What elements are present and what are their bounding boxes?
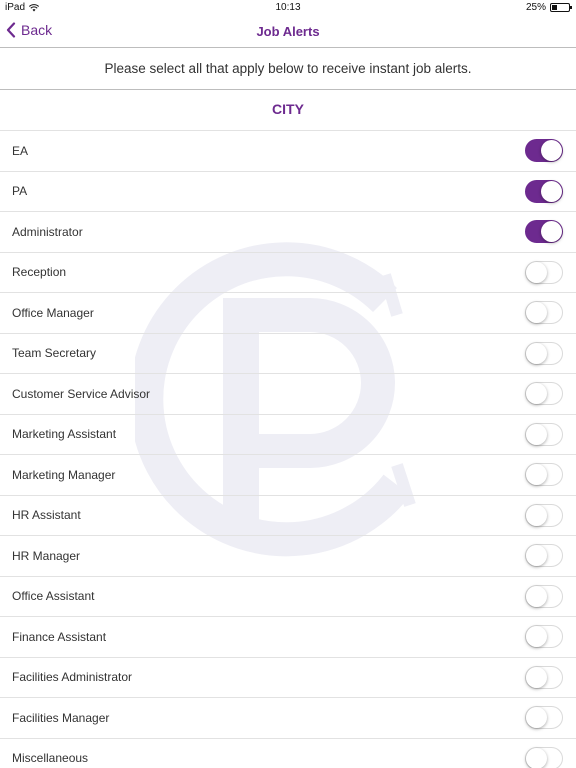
- instructions-text: Please select all that apply below to re…: [0, 48, 576, 90]
- toggle-switch[interactable]: [525, 584, 563, 608]
- list-item: Team Secretary: [0, 334, 576, 374]
- list-item-label: Facilities Administrator: [12, 670, 133, 685]
- toggle-knob: [526, 423, 547, 445]
- list-item-label: Administrator: [12, 224, 83, 239]
- toggle-switch[interactable]: [525, 463, 563, 487]
- toggle-switch[interactable]: [525, 341, 563, 365]
- section-header-city: CITY: [0, 90, 576, 131]
- list-item-label: HR Manager: [12, 548, 81, 563]
- list-item: Reception: [0, 253, 576, 293]
- list-item: PA: [0, 172, 576, 212]
- toggle-switch[interactable]: [525, 544, 563, 568]
- list-item: Office Manager: [0, 293, 576, 334]
- list-item-label: EA: [12, 143, 29, 158]
- list-item: HR Manager: [0, 536, 576, 577]
- list-item: Administrator: [0, 212, 576, 253]
- list-item-label: HR Assistant: [12, 508, 81, 523]
- toggle-knob: [526, 747, 547, 768]
- list-item: Marketing Assistant: [0, 415, 576, 455]
- toggle-knob: [541, 221, 562, 243]
- list-item: Miscellaneous: [0, 739, 576, 768]
- job-alert-list: EA PA Administrator Reception Office Manager…: [0, 131, 576, 768]
- list-item: Marketing Manager: [0, 455, 576, 496]
- toggle-knob: [526, 585, 547, 607]
- list-item-label: Customer Service Advisor: [12, 386, 151, 401]
- toggle-switch[interactable]: [525, 706, 563, 730]
- toggle-knob: [526, 707, 547, 729]
- toggle-switch[interactable]: [525, 139, 563, 163]
- toggle-knob: [526, 626, 547, 648]
- battery-fill: [552, 5, 557, 10]
- list-item: Finance Assistant: [0, 617, 576, 658]
- toggle-knob: [541, 140, 562, 162]
- toggle-knob: [526, 302, 547, 324]
- navigation-bar: Back Job Alerts: [0, 16, 576, 48]
- list-item: Facilities Administrator: [0, 658, 576, 698]
- status-right: 25%: [525, 2, 572, 13]
- toggle-switch[interactable]: [525, 665, 563, 689]
- toggle-knob: [526, 666, 547, 688]
- list-item: HR Assistant: [0, 496, 576, 536]
- list-item: Customer Service Advisor: [0, 374, 576, 415]
- list-item-label: Facilities Manager: [12, 710, 110, 725]
- toggle-switch[interactable]: [525, 746, 563, 768]
- toggle-knob: [526, 504, 547, 526]
- toggle-switch[interactable]: [525, 382, 563, 406]
- toggle-knob: [526, 545, 547, 567]
- battery-percent: 25%: [525, 2, 546, 13]
- list-item: Office Assistant: [0, 577, 576, 617]
- battery-icon: [550, 3, 572, 12]
- list-item-label: Marketing Manager: [12, 467, 116, 482]
- status-time: 10:13: [275, 2, 301, 13]
- list-item-label: PA: [12, 184, 28, 199]
- list-item-label: Finance Assistant: [12, 629, 107, 644]
- toggle-knob: [541, 180, 562, 202]
- list-item-label: Marketing Assistant: [12, 427, 117, 442]
- toggle-switch[interactable]: [525, 220, 563, 244]
- list-item: EA: [0, 131, 576, 172]
- toggle-knob: [526, 383, 547, 405]
- toggle-knob: [526, 464, 547, 486]
- toggle-knob: [526, 342, 547, 364]
- toggle-switch[interactable]: [525, 301, 563, 325]
- list-item-label: Miscellaneous: [12, 751, 89, 766]
- toggle-switch[interactable]: [525, 625, 563, 649]
- status-bar: iPad 10:13 25%: [0, 0, 576, 16]
- toggle-switch[interactable]: [525, 260, 563, 284]
- toggle-switch[interactable]: [525, 422, 563, 446]
- toggle-switch[interactable]: [525, 503, 563, 527]
- list-item-label: Team Secretary: [12, 346, 97, 361]
- toggle-knob: [526, 261, 547, 283]
- list-item: Facilities Manager: [0, 698, 576, 739]
- page-title: Job Alerts: [256, 24, 320, 39]
- toggle-switch[interactable]: [525, 179, 563, 203]
- list-item-label: Office Manager: [12, 305, 94, 320]
- list-item-label: Office Assistant: [12, 589, 95, 604]
- list-item-label: Reception: [12, 265, 67, 280]
